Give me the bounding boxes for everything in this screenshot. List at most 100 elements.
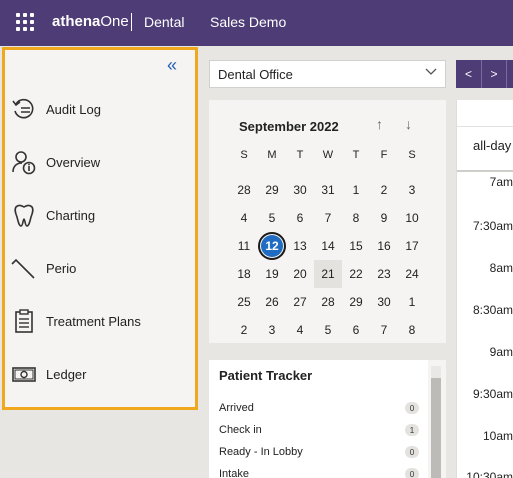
- time-label: 10am: [482, 429, 513, 443]
- calendar-day[interactable]: 7: [370, 316, 398, 344]
- selected-day-number: 12: [258, 232, 286, 260]
- sidebar-item-label: Charting: [46, 207, 96, 223]
- chevron-down-icon: [425, 68, 437, 75]
- calendar-day[interactable]: 8: [342, 204, 370, 232]
- app-launcher-icon[interactable]: [16, 13, 34, 31]
- sidebar-item-perio[interactable]: Perio: [10, 253, 76, 283]
- tracker-row-label: Check in: [219, 424, 262, 436]
- calendar-day[interactable]: 25: [230, 288, 258, 316]
- date-nav-buttons: < >: [456, 60, 513, 88]
- calendar-day[interactable]: 28: [314, 288, 342, 316]
- clipboard-icon: [10, 307, 38, 335]
- weekday-label: W: [322, 149, 334, 161]
- calendar-month-title: September 2022: [239, 119, 339, 134]
- time-label: 7am: [489, 175, 513, 189]
- calendar-day[interactable]: 29: [258, 176, 286, 204]
- tracker-row-label: Arrived: [219, 402, 254, 414]
- calendar-day[interactable]: 14: [314, 232, 342, 260]
- tracker-row-count: 0: [405, 402, 419, 414]
- schedule-divider: [457, 126, 513, 127]
- next-month-icon[interactable]: ↓: [405, 116, 412, 132]
- more-button[interactable]: [506, 60, 513, 88]
- calendar-day[interactable]: 5: [258, 204, 286, 232]
- weekday-label: T: [296, 149, 304, 161]
- tracker-row-count: 1: [405, 424, 419, 436]
- practice-name[interactable]: Sales Demo: [210, 14, 286, 30]
- calendar-day[interactable]: 4: [230, 204, 258, 232]
- previous-month-icon[interactable]: ↑: [376, 116, 383, 132]
- schedule-column: all-day 7am 7:30am 8am 8:30am 9am 9:30am…: [456, 100, 513, 478]
- weekday-label: F: [380, 149, 388, 161]
- time-label: 8am: [489, 261, 513, 275]
- calendar-day[interactable]: 15: [342, 232, 370, 260]
- tracker-row[interactable]: Intake 0: [219, 468, 419, 478]
- tracker-row-count: 0: [405, 446, 419, 458]
- overview-icon: [10, 148, 38, 176]
- all-day-label: all-day: [473, 138, 512, 153]
- calendar-day[interactable]: 1: [342, 176, 370, 204]
- calendar-day[interactable]: 10: [398, 204, 426, 232]
- calendar-day[interactable]: 16: [370, 232, 398, 260]
- calendar-day[interactable]: 19: [258, 260, 286, 288]
- calendar-day[interactable]: 5: [314, 316, 342, 344]
- tracker-scroll-thumb[interactable]: [431, 378, 441, 478]
- sidebar-item-treatment-plans[interactable]: Treatment Plans: [10, 306, 141, 336]
- sidebar-item-label: Perio: [46, 260, 77, 276]
- tooth-icon: [10, 201, 38, 229]
- calendar-day[interactable]: 11: [230, 232, 258, 260]
- top-bar: athenaOne Dental Sales Demo: [0, 0, 513, 46]
- sidebar-item-audit-log[interactable]: Audit Log: [10, 94, 101, 124]
- calendar-day[interactable]: 2: [370, 176, 398, 204]
- previous-button[interactable]: <: [456, 60, 481, 88]
- time-label: 9am: [489, 345, 513, 359]
- calendar-day[interactable]: 30: [370, 288, 398, 316]
- calendar-day-selected[interactable]: 12: [258, 232, 286, 260]
- sidebar-item-charting[interactable]: Charting: [10, 200, 95, 230]
- patient-tracker-panel: Patient Tracker Arrived 0 Check in 1 Rea…: [209, 360, 428, 478]
- calendar-day[interactable]: 3: [398, 176, 426, 204]
- calendar-day[interactable]: 30: [286, 176, 314, 204]
- money-icon: [10, 360, 38, 388]
- sidebar-item-label: Treatment Plans: [46, 313, 141, 329]
- calendar-day[interactable]: 7: [314, 204, 342, 232]
- location-select[interactable]: Dental Office: [209, 60, 446, 88]
- calendar-day[interactable]: 9: [370, 204, 398, 232]
- weekday-label: S: [240, 149, 248, 161]
- time-label: 10:30am: [466, 470, 513, 478]
- perio-probe-icon: [10, 254, 38, 282]
- audit-log-icon: [10, 95, 38, 123]
- calendar-day[interactable]: 22: [342, 260, 370, 288]
- patient-tracker: Patient Tracker Arrived 0 Check in 1 Rea…: [209, 360, 446, 478]
- calendar-day[interactable]: 3: [258, 316, 286, 344]
- calendar-day[interactable]: 13: [286, 232, 314, 260]
- calendar-day[interactable]: 27: [286, 288, 314, 316]
- calendar-day[interactable]: 28: [230, 176, 258, 204]
- calendar-day[interactable]: 31: [314, 176, 342, 204]
- tracker-row[interactable]: Arrived 0: [219, 402, 419, 414]
- calendar-day[interactable]: 29: [342, 288, 370, 316]
- calendar-day[interactable]: 18: [230, 260, 258, 288]
- calendar-day[interactable]: 26: [258, 288, 286, 316]
- tracker-row-label: Intake: [219, 468, 249, 478]
- patient-tracker-title: Patient Tracker: [219, 368, 313, 383]
- calendar-day[interactable]: 20: [286, 260, 314, 288]
- collapse-sidebar-icon[interactable]: «: [167, 56, 177, 74]
- calendar-day[interactable]: 17: [398, 232, 426, 260]
- calendar-day[interactable]: 23: [370, 260, 398, 288]
- calendar-day[interactable]: 6: [342, 316, 370, 344]
- calendar-day[interactable]: 1: [398, 288, 426, 316]
- tracker-row[interactable]: Check in 1: [219, 424, 419, 436]
- calendar-grid: S M T W T F S 28 29 30 31 1 2 3 4 5 6 7 8 9 10 11 12 13 14 15 16 17…: [230, 148, 426, 344]
- calendar-day[interactable]: 6: [286, 204, 314, 232]
- schedule-divider: [457, 170, 513, 172]
- calendar-day[interactable]: 8: [398, 316, 426, 344]
- weekday-label: S: [408, 149, 416, 161]
- calendar-day[interactable]: 21: [314, 260, 342, 288]
- sidebar-item-ledger[interactable]: Ledger: [10, 359, 86, 389]
- next-button[interactable]: >: [481, 60, 506, 88]
- calendar-day[interactable]: 2: [230, 316, 258, 344]
- calendar-day[interactable]: 4: [286, 316, 314, 344]
- calendar-day[interactable]: 24: [398, 260, 426, 288]
- sidebar-item-overview[interactable]: Overview: [10, 147, 100, 177]
- tracker-row[interactable]: Ready - In Lobby 0: [219, 446, 419, 458]
